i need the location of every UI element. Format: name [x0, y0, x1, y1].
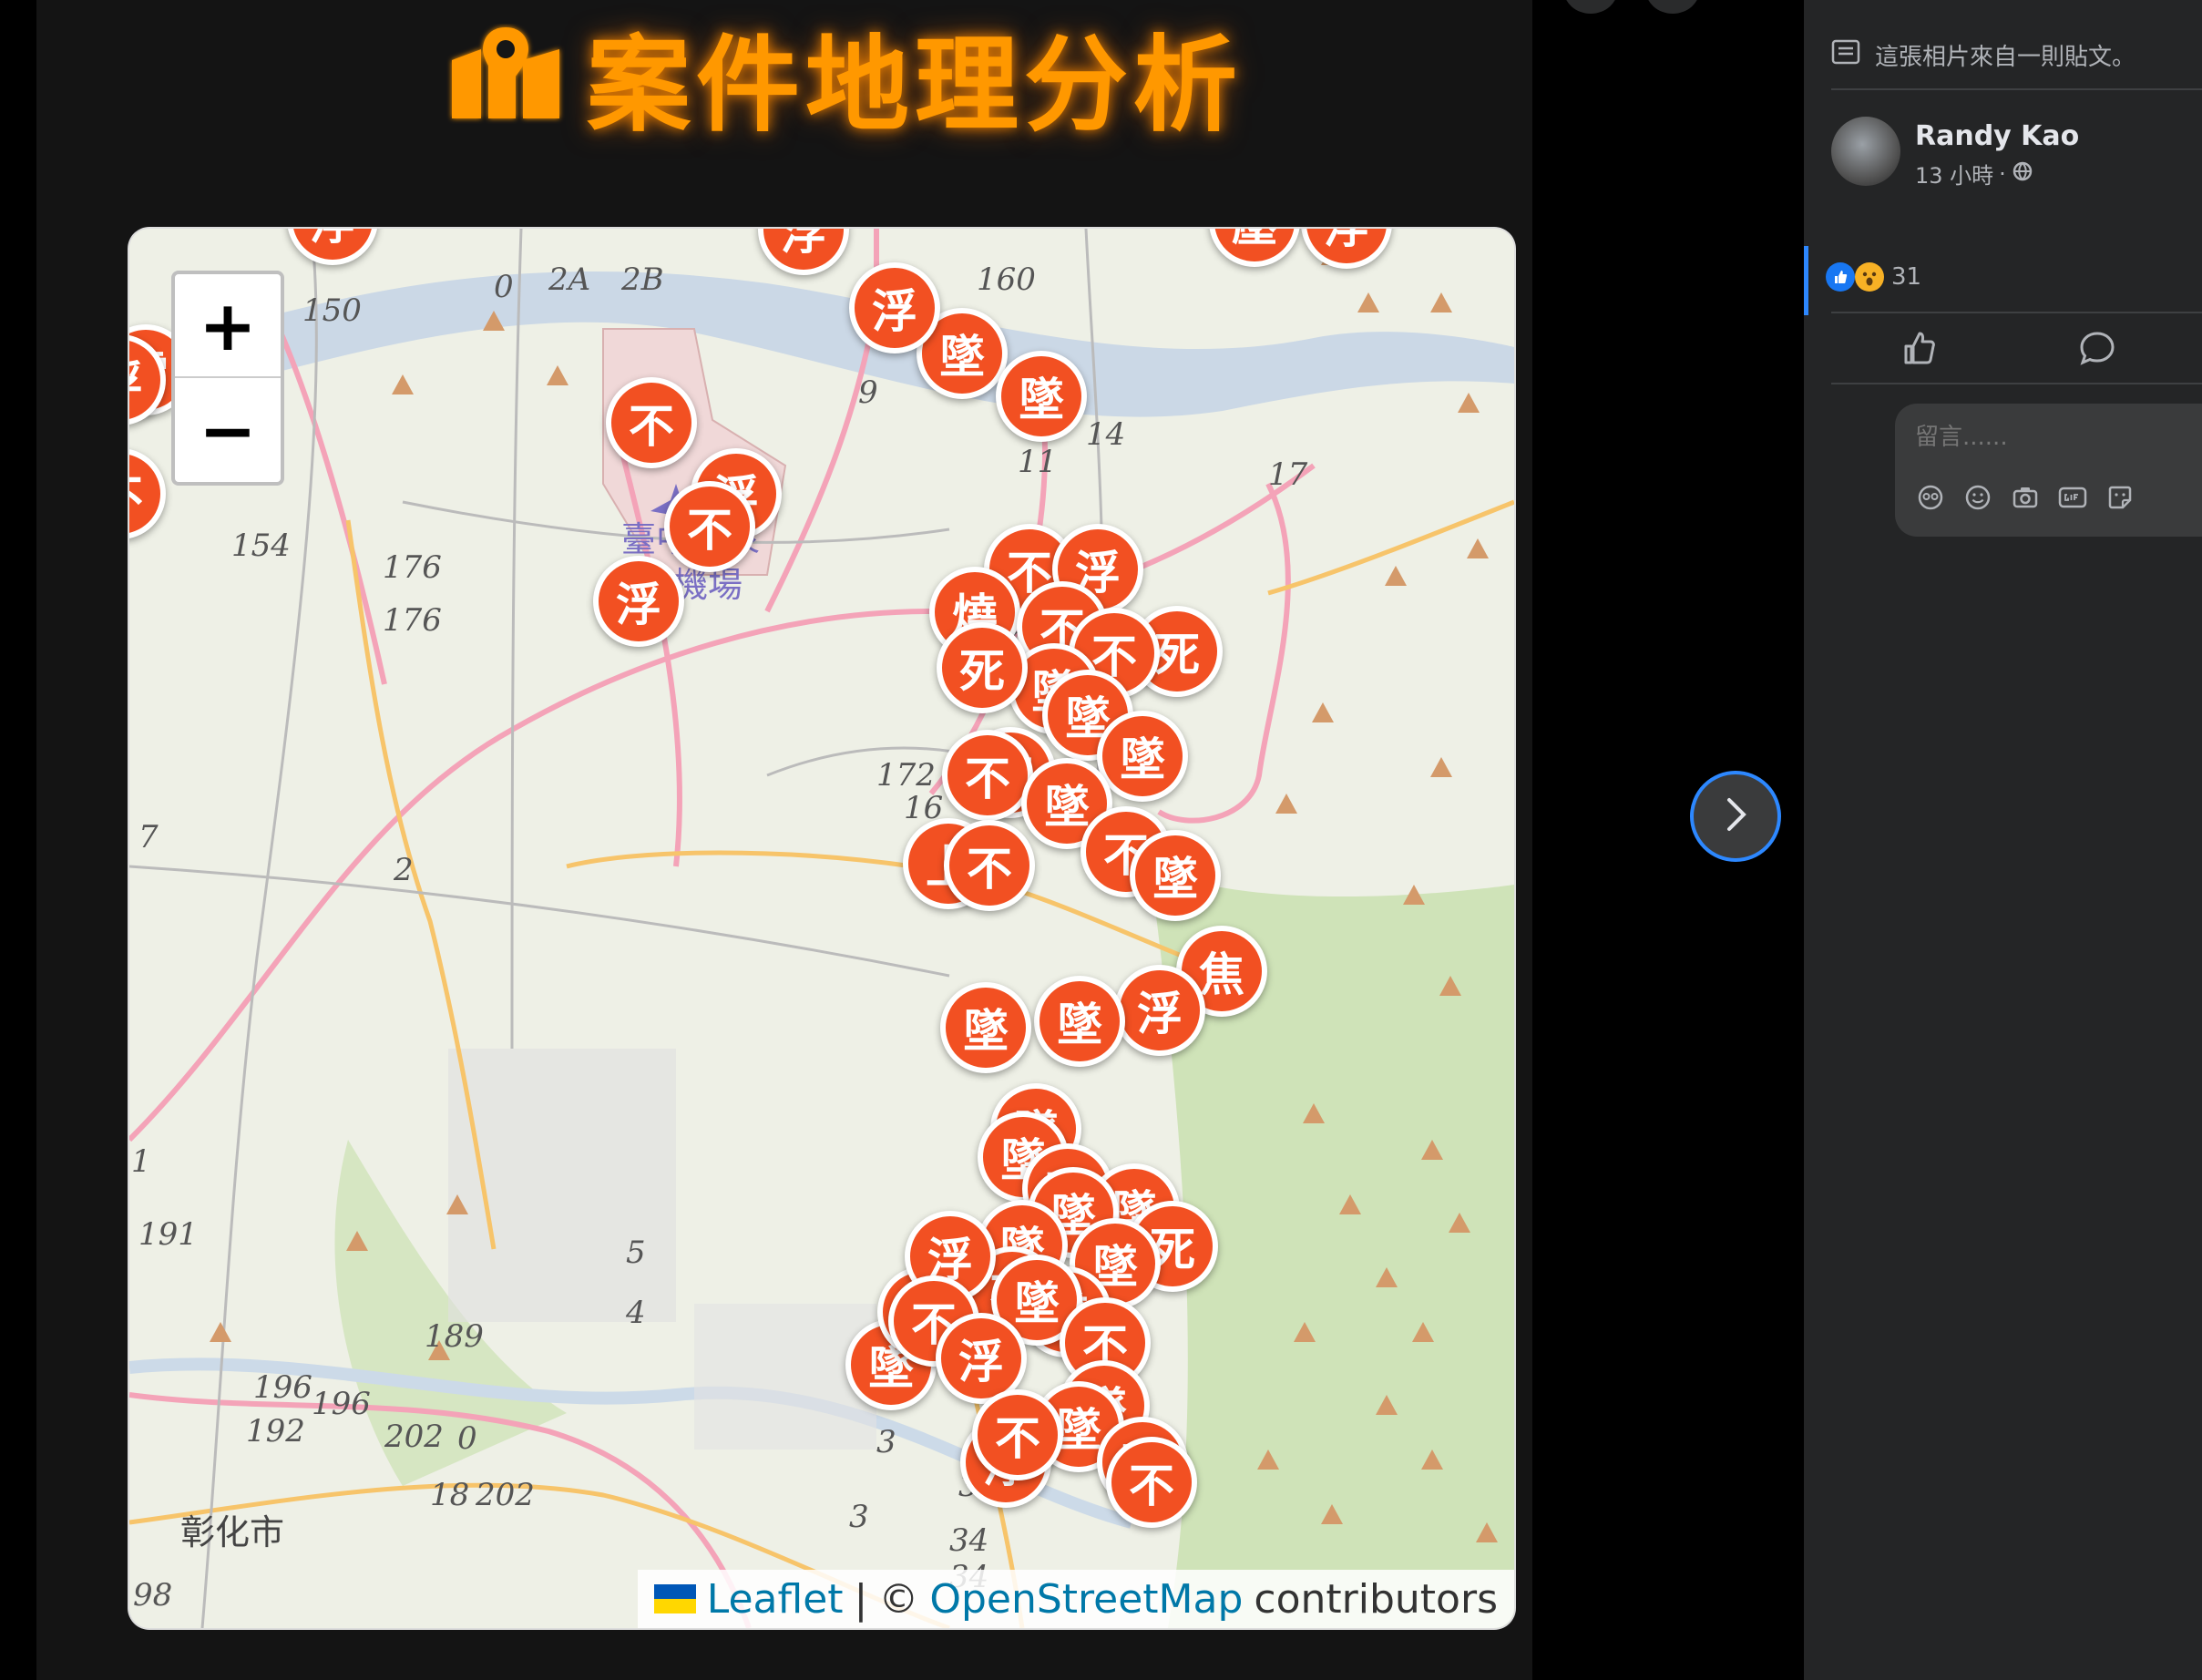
case-marker[interactable]: 墜: [1034, 976, 1125, 1067]
zoom-out-button[interactable]: −: [175, 378, 281, 482]
leaflet-map[interactable]: 臺中清泉 崗機場 彰化市 02A2B1601501541761769141117…: [129, 229, 1514, 1628]
photo-source-note: 這張相片來自一則貼文。: [1831, 38, 2135, 72]
post-time[interactable]: 13 小時: [1915, 158, 1993, 190]
like-button[interactable]: [1897, 326, 1941, 370]
attribution-separator: |: [854, 1575, 868, 1623]
case-marker[interactable]: 不: [606, 377, 697, 468]
focus-indicator: [1804, 246, 1808, 315]
case-marker[interactable]: 浮: [1114, 965, 1205, 1056]
camera-icon[interactable]: [2010, 482, 2041, 513]
avatar[interactable]: [1831, 117, 1900, 186]
comment-input[interactable]: [1915, 424, 2188, 451]
post-meta: 13 小時 ·: [1915, 158, 2079, 190]
marker-layer: 浮浮浮墜墜壓浮雷浮不不浮不不浮燒浮不死不墜死墜墜不墜墜不上不墜焦浮墜墜墜墜不墜死…: [129, 229, 1514, 1628]
avatar-sticker-icon[interactable]: [1915, 482, 1946, 513]
reaction-count: 31: [1891, 263, 1922, 291]
case-marker[interactable]: 不: [664, 481, 755, 572]
comment-tools: [1915, 482, 2135, 513]
case-marker[interactable]: 壓: [1209, 229, 1300, 267]
case-marker[interactable]: 浮: [593, 556, 684, 647]
copyright-symbol: ©: [878, 1575, 919, 1623]
chevron-right-icon: [1716, 784, 1756, 848]
osm-link[interactable]: OpenStreetMap: [929, 1576, 1243, 1623]
case-marker[interactable]: 不: [942, 730, 1033, 821]
case-marker[interactable]: 死: [937, 622, 1028, 713]
comment-composer: [1895, 404, 2202, 537]
thumbs-up-icon: [1897, 332, 1941, 374]
case-marker[interactable]: 浮: [1301, 229, 1392, 269]
next-photo-button[interactable]: [1690, 771, 1781, 862]
divider: [1831, 88, 2202, 90]
source-note-text: 這張相片來自一則貼文。: [1875, 44, 2136, 71]
case-marker[interactable]: 墜: [996, 351, 1087, 442]
meta-separator: ·: [1999, 160, 2006, 187]
case-marker[interactable]: 不: [129, 448, 166, 539]
divider: [1831, 383, 2202, 384]
ukraine-flag-icon: [653, 1584, 696, 1613]
post-author: Randy Kao 13 小時 ·: [1831, 117, 2079, 190]
document-icon: [1831, 39, 1860, 71]
case-marker[interactable]: 不: [1106, 1437, 1197, 1528]
wow-reaction-icon: [1855, 262, 1884, 292]
case-marker[interactable]: 不: [944, 820, 1035, 911]
photo-viewer: 案件地理分析 崗機場 彰化市 0 2A 2B 160 150 154 176 1…: [0, 0, 1804, 1680]
zoom-in-button[interactable]: +: [175, 274, 281, 378]
comment-button[interactable]: [2075, 326, 2119, 370]
like-reaction-icon: [1826, 262, 1855, 292]
map-location-icon: [446, 24, 565, 128]
reaction-summary[interactable]: 31: [1826, 262, 1921, 292]
gif-icon[interactable]: [2057, 482, 2088, 513]
leaflet-link[interactable]: Leaflet: [707, 1576, 844, 1623]
zoom-control: + −: [171, 271, 284, 486]
case-marker[interactable]: 墜: [1097, 711, 1188, 802]
case-marker[interactable]: 墜: [1130, 830, 1221, 921]
case-marker[interactable]: 浮: [758, 229, 849, 275]
page-title: 案件地理分析: [587, 24, 1244, 146]
author-name[interactable]: Randy Kao: [1915, 120, 2079, 152]
emoji-icon[interactable]: [1962, 482, 1993, 513]
post-sidebar: 這張相片來自一則貼文。 Randy Kao 13 小時 · 31: [1804, 0, 2202, 1680]
map-attribution: Leaflet | © OpenStreetMap contributors: [637, 1570, 1514, 1628]
case-marker[interactable]: 不: [972, 1389, 1063, 1480]
case-marker[interactable]: 墜: [940, 982, 1031, 1073]
case-marker[interactable]: 浮: [849, 262, 940, 353]
case-marker[interactable]: 浮: [287, 229, 378, 265]
sticker-icon[interactable]: [2105, 482, 2135, 513]
contributors-text: contributors: [1254, 1575, 1498, 1623]
photo-toolbar-button[interactable]: [1563, 0, 1618, 14]
comment-bubble-icon: [2075, 332, 2119, 374]
globe-icon: [2012, 160, 2033, 188]
divider: [1831, 312, 2202, 313]
photo-toolbar-button[interactable]: [1645, 0, 1700, 14]
photo: 案件地理分析 崗機場 彰化市 0 2A 2B 160 150 154 176 1…: [36, 0, 1532, 1680]
photo-title-group: 案件地理分析: [446, 16, 1243, 146]
